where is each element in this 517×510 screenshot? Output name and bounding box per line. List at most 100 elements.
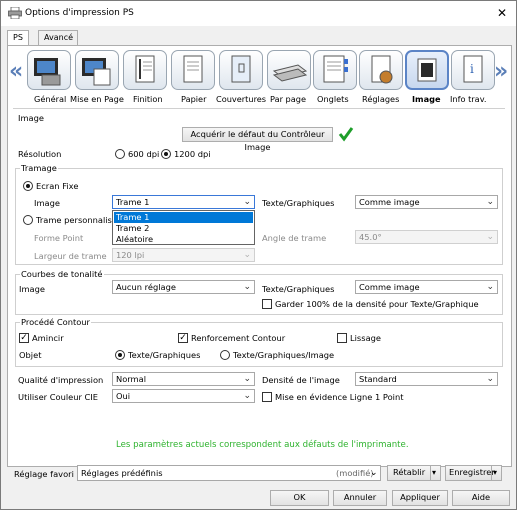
divider (13, 108, 505, 109)
tram-image-label: Image (34, 198, 60, 208)
angle-label: Angle de trame (262, 233, 327, 243)
chevron-down-icon: ⌄ (370, 468, 378, 478)
window-title: Options d'impression PS (25, 8, 134, 18)
nav-onglets-label: Onglets (317, 94, 349, 104)
nav-couvertures[interactable] (219, 50, 263, 90)
res-1200-radio[interactable] (161, 149, 171, 159)
angle-select[interactable]: 45.0° ⌄ (355, 230, 498, 244)
densite-select[interactable]: Standard ⌄ (355, 372, 498, 386)
res-600-label: 600 dpi (128, 149, 160, 159)
nav-papier[interactable] (171, 50, 215, 90)
retablir-label: Rétablir (393, 467, 426, 477)
favorites-modified: (modifié) (336, 468, 374, 478)
aide-button[interactable]: Aide (452, 490, 510, 506)
garder-checkbox[interactable] (262, 299, 272, 309)
couleur-cie-label: Utiliser Couleur CIE (18, 392, 99, 402)
retablir-button[interactable]: Rétablir ▾ (387, 465, 441, 481)
nav-general[interactable] (27, 50, 71, 90)
nav-mise-en-page-label: Mise en Page (70, 94, 124, 104)
tab-ps[interactable]: PS (7, 30, 29, 46)
favorites-select[interactable]: Réglages prédéfinis (modifié) ⌄ (77, 465, 381, 481)
printer-icon (8, 7, 22, 19)
qualite-select[interactable]: Normal ⌄ (112, 372, 255, 386)
largeur-label: Largeur de trame (34, 251, 107, 261)
ok-button[interactable]: OK (270, 490, 329, 506)
favorites-value: Réglages prédéfinis (81, 468, 163, 478)
nav-finition[interactable] (123, 50, 167, 90)
close-icon[interactable]: ✕ (497, 6, 507, 20)
acquire-default-button[interactable]: Acquérir le défaut du Contrôleur Image (182, 127, 333, 152)
image-icon (417, 58, 437, 82)
garder-label: Garder 100% de la densité pour Texte/Gra… (275, 299, 479, 309)
status-message: Les paramètres actuels correspondent aux… (116, 440, 409, 450)
amincir-checkbox[interactable]: ✓ (19, 333, 29, 343)
courbes-image-value: Aucun réglage (116, 282, 177, 292)
dropdown-option[interactable]: Trame 1 (114, 212, 253, 223)
category-nav: « » Général Mise en Page Finition Papier… (7, 45, 512, 107)
obj-texte-image-radio[interactable] (220, 350, 230, 360)
obj-texte-image-label: Texte/Graphiques/Image (233, 350, 335, 360)
qualite-value: Normal (116, 374, 147, 384)
nav-papier-label: Papier (181, 94, 207, 104)
obj-texte-radio[interactable] (115, 350, 125, 360)
layout-icon (82, 58, 111, 86)
couleur-cie-value: Oui (116, 391, 131, 401)
objet-label: Objet (19, 350, 42, 360)
nav-image-label: Image (412, 94, 441, 104)
obj-texte-label: Texte/Graphiques (128, 350, 201, 360)
dropdown-arrow-icon: ▾ (432, 468, 437, 477)
tram-image-select[interactable]: Trame 1 ⌄ (112, 195, 255, 209)
info-icon: i (463, 55, 483, 83)
nav-prev-icon[interactable]: « (9, 59, 23, 84)
dropdown-option[interactable]: Trame 2 (114, 223, 253, 234)
paper-icon (183, 55, 203, 83)
largeur-select[interactable]: 120 lpi ⌄ (112, 248, 255, 262)
tabs-icon (323, 55, 348, 83)
courbes-texte-value: Comme image (359, 282, 420, 292)
qualite-label: Qualité d'impression (18, 375, 104, 385)
amincir-label: Amincir (32, 333, 64, 343)
tab-avance[interactable]: Avancé (38, 30, 78, 45)
chevron-down-icon: ⌄ (243, 391, 251, 401)
courbes-texte-select[interactable]: Comme image ⌄ (355, 280, 498, 294)
nav-par-page[interactable] (267, 50, 311, 90)
split-divider (430, 466, 431, 480)
tram-texte-select[interactable]: Comme image ⌄ (355, 195, 498, 209)
enregistrer-button[interactable]: Enregistrer ▾ (445, 465, 502, 481)
mise-checkbox[interactable] (262, 392, 272, 402)
densite-label: Densité de l'image (262, 375, 340, 385)
general-icon (34, 58, 61, 86)
appliquer-button[interactable]: Appliquer (392, 490, 448, 506)
dropdown-option[interactable]: Aléatoire (114, 234, 253, 245)
ecran-fixe-radio[interactable] (23, 181, 33, 191)
nav-mise-en-page[interactable] (75, 50, 119, 90)
lissage-checkbox[interactable] (337, 333, 347, 343)
nav-reglages[interactable] (359, 50, 403, 90)
tab-ps-label: PS (13, 33, 23, 42)
nav-info-trav[interactable]: i (451, 50, 495, 90)
enregistrer-label: Enregistrer (449, 467, 495, 477)
chevron-down-icon: ⌄ (486, 374, 494, 384)
split-divider (491, 466, 492, 480)
renforcement-label: Renforcement Contour (191, 333, 286, 343)
couleur-cie-select[interactable]: Oui ⌄ (112, 389, 255, 403)
trame-perso-label: Trame personnalisée (36, 215, 123, 225)
res-600-radio[interactable] (115, 149, 125, 159)
tram-texte-value: Comme image (359, 197, 420, 207)
nav-image[interactable] (405, 50, 449, 90)
nav-info-trav-label: Info trav. (450, 94, 487, 104)
nav-onglets[interactable] (313, 50, 357, 90)
nav-par-page-label: Par page (270, 94, 307, 104)
angle-value: 45.0° (359, 232, 382, 242)
chevron-down-icon: ⌄ (486, 232, 494, 242)
courbes-title: Courbes de tonalité (20, 269, 104, 279)
renforcement-checkbox[interactable]: ✓ (178, 333, 188, 343)
settings-icon (371, 55, 393, 84)
favorites-label: Réglage favori (14, 469, 74, 479)
courbes-image-label: Image (19, 284, 45, 294)
trame-perso-radio[interactable] (23, 215, 33, 225)
annuler-button[interactable]: Annuler (333, 490, 387, 506)
nav-reglages-label: Réglages (362, 94, 400, 104)
courbes-image-select[interactable]: Aucun réglage ⌄ (112, 280, 255, 294)
nav-next-icon[interactable]: » (494, 59, 508, 84)
